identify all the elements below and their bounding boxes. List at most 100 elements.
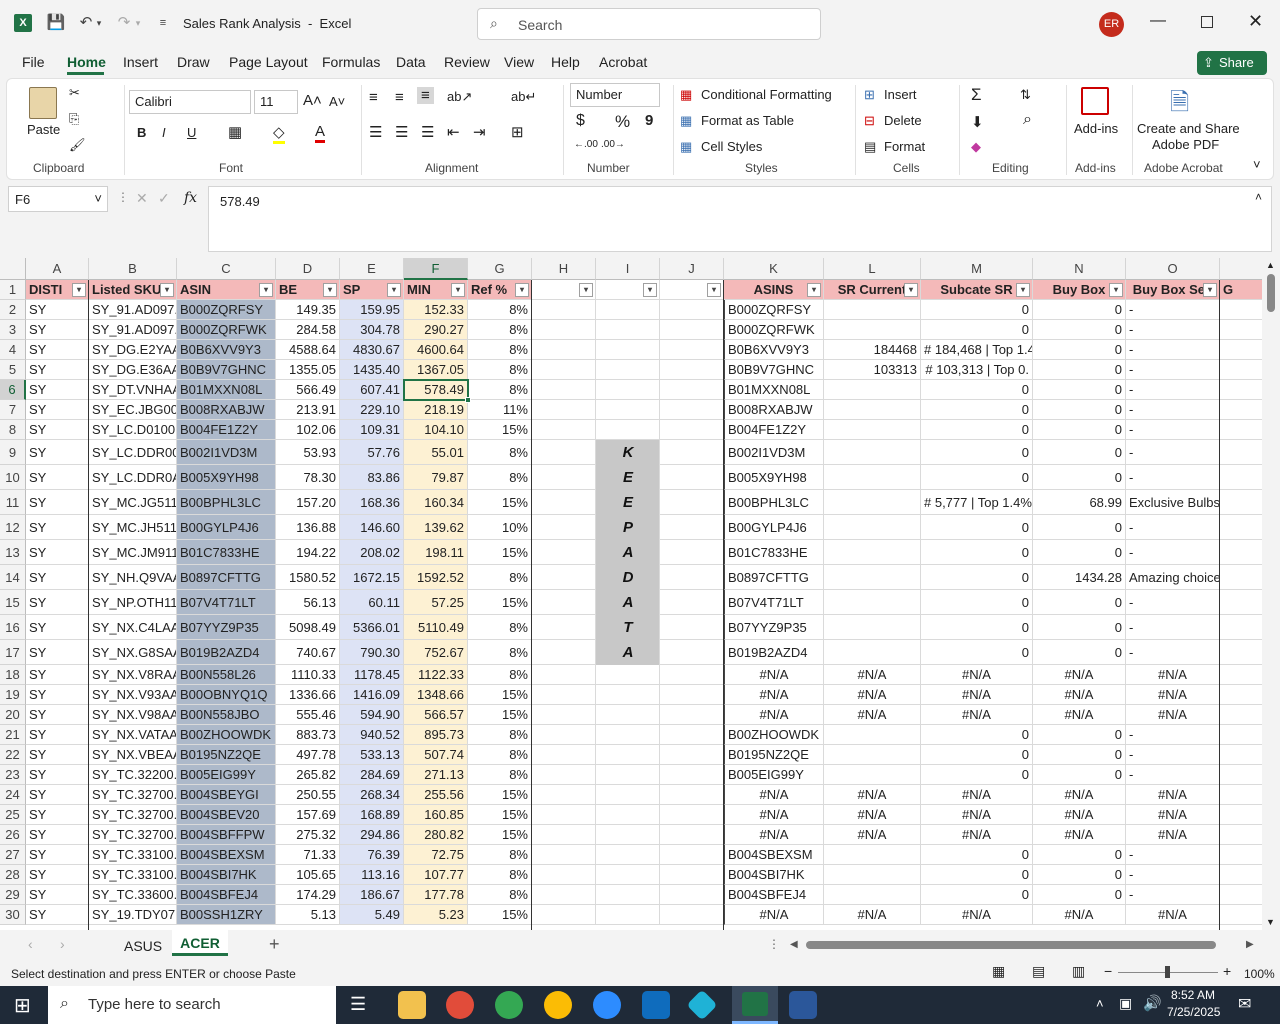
- cell-b6[interactable]: SY_DT.VNHAA: [89, 380, 177, 400]
- cell-m20[interactable]: #N/A: [921, 705, 1033, 725]
- normal-view-icon[interactable]: ▦: [992, 963, 1005, 980]
- cell-h13[interactable]: [532, 540, 596, 565]
- filter-dropdown-icon[interactable]: ▾: [515, 283, 529, 297]
- tab-formulas[interactable]: Formulas: [322, 54, 380, 70]
- cell-o25[interactable]: #N/A: [1126, 805, 1220, 825]
- cell-m29[interactable]: 0: [921, 885, 1033, 905]
- borders-icon[interactable]: ▦: [228, 123, 242, 141]
- filter-dropdown-icon[interactable]: ▾: [643, 283, 657, 297]
- cell-p5[interactable]: [1220, 360, 1262, 380]
- cell-b4[interactable]: SY_DG.E2YAA.: [89, 340, 177, 360]
- cell-j22[interactable]: [660, 745, 724, 765]
- filter-dropdown-icon[interactable]: ▾: [451, 283, 465, 297]
- cell-d12[interactable]: 136.88: [276, 515, 340, 540]
- cell-o10[interactable]: -: [1126, 465, 1220, 490]
- cell-k25[interactable]: #N/A: [724, 805, 824, 825]
- cell-m4[interactable]: # 184,468 | Top 1.4: [921, 340, 1033, 360]
- cell-p15[interactable]: [1220, 590, 1262, 615]
- cell-d6[interactable]: 566.49: [276, 380, 340, 400]
- windows-start-icon[interactable]: ⊞: [14, 993, 31, 1018]
- cell-d20[interactable]: 555.46: [276, 705, 340, 725]
- cell-f3[interactable]: 290.27: [404, 320, 468, 340]
- cell-f15[interactable]: 57.25: [404, 590, 468, 615]
- cell-d10[interactable]: 78.30: [276, 465, 340, 490]
- tab-draw[interactable]: Draw: [177, 54, 210, 70]
- cell-l5[interactable]: 103313: [824, 360, 921, 380]
- filter-dropdown-icon[interactable]: ▾: [807, 283, 821, 297]
- cell-c29[interactable]: B004SBFEJ4: [177, 885, 276, 905]
- cell-n18[interactable]: #N/A: [1033, 665, 1126, 685]
- cell-j4[interactable]: [660, 340, 724, 360]
- cell-f8[interactable]: 104.10: [404, 420, 468, 440]
- cell-g16[interactable]: 8%: [468, 615, 532, 640]
- cell-a11[interactable]: SY: [26, 490, 89, 515]
- cell-g22[interactable]: 8%: [468, 745, 532, 765]
- cell-c18[interactable]: B00N558L26: [177, 665, 276, 685]
- conditional-formatting-button[interactable]: Conditional Formatting: [701, 87, 832, 102]
- cell-k3[interactable]: B000ZQRFWK: [724, 320, 824, 340]
- cell-c19[interactable]: B00OBNYQ1Q: [177, 685, 276, 705]
- cell-l17[interactable]: [824, 640, 921, 665]
- tab-insert[interactable]: Insert: [123, 54, 158, 70]
- cell-g20[interactable]: 15%: [468, 705, 532, 725]
- cell-p30[interactable]: [1220, 905, 1262, 925]
- header-cell-l[interactable]: SR Current ▾: [824, 280, 921, 300]
- cell-m3[interactable]: 0: [921, 320, 1033, 340]
- cell-h22[interactable]: [532, 745, 596, 765]
- cell-o3[interactable]: -: [1126, 320, 1220, 340]
- row-header-11[interactable]: 11: [0, 490, 26, 515]
- cell-d14[interactable]: 1580.52: [276, 565, 340, 590]
- cell-d5[interactable]: 1355.05: [276, 360, 340, 380]
- cell-j6[interactable]: [660, 380, 724, 400]
- cell-b30[interactable]: SY_19.TDY07.0: [89, 905, 177, 925]
- font-color-icon[interactable]: A: [315, 123, 326, 143]
- cell-g7[interactable]: 11%: [468, 400, 532, 420]
- cell-p17[interactable]: [1220, 640, 1262, 665]
- cell-f19[interactable]: 1348.66: [404, 685, 468, 705]
- row-header-21[interactable]: 21: [0, 725, 26, 745]
- cell-f12[interactable]: 139.62: [404, 515, 468, 540]
- header-cell-j[interactable]: ▾: [660, 280, 724, 300]
- cell-j20[interactable]: [660, 705, 724, 725]
- zoom-level[interactable]: 100%: [1244, 967, 1275, 981]
- cell-d18[interactable]: 1110.33: [276, 665, 340, 685]
- cell-styles-button[interactable]: Cell Styles: [701, 139, 762, 154]
- cell-m6[interactable]: 0: [921, 380, 1033, 400]
- format-as-table-button[interactable]: Format as Table: [701, 113, 794, 128]
- cell-c24[interactable]: B004SBEYGI: [177, 785, 276, 805]
- cell-i25[interactable]: [596, 805, 660, 825]
- cell-k10[interactable]: B005X9YH98: [724, 465, 824, 490]
- add-sheet-icon[interactable]: +: [269, 934, 280, 955]
- header-cell-a[interactable]: DISTI ▾: [26, 280, 89, 300]
- cell-a5[interactable]: SY: [26, 360, 89, 380]
- cell-n12[interactable]: 0: [1033, 515, 1126, 540]
- chrome-profile-icon[interactable]: [495, 991, 523, 1019]
- cell-c9[interactable]: B002I1VD3M: [177, 440, 276, 465]
- cell-e28[interactable]: 113.16: [340, 865, 404, 885]
- cell-m16[interactable]: 0: [921, 615, 1033, 640]
- filter-dropdown-icon[interactable]: ▾: [904, 283, 918, 297]
- cell-e29[interactable]: 186.67: [340, 885, 404, 905]
- cell-p24[interactable]: [1220, 785, 1262, 805]
- cell-c11[interactable]: B00BPHL3LC: [177, 490, 276, 515]
- cell-j21[interactable]: [660, 725, 724, 745]
- header-cell-n[interactable]: Buy Box ▾: [1033, 280, 1126, 300]
- cell-c10[interactable]: B005X9YH98: [177, 465, 276, 490]
- cell-d4[interactable]: 4588.64: [276, 340, 340, 360]
- bold-button[interactable]: B: [137, 125, 146, 140]
- cell-d16[interactable]: 5098.49: [276, 615, 340, 640]
- cell-c13[interactable]: B01C7833HE: [177, 540, 276, 565]
- cell-o20[interactable]: #N/A: [1126, 705, 1220, 725]
- cell-i23[interactable]: [596, 765, 660, 785]
- cell-k22[interactable]: B0195NZ2QE: [724, 745, 824, 765]
- cell-a22[interactable]: SY: [26, 745, 89, 765]
- cell-e26[interactable]: 294.86: [340, 825, 404, 845]
- page-layout-view-icon[interactable]: ▤: [1032, 963, 1045, 980]
- cell-f13[interactable]: 198.11: [404, 540, 468, 565]
- cell-e2[interactable]: 159.95: [340, 300, 404, 320]
- cell-n27[interactable]: 0: [1033, 845, 1126, 865]
- cell-e9[interactable]: 57.76: [340, 440, 404, 465]
- cell-j27[interactable]: [660, 845, 724, 865]
- column-header-g[interactable]: G: [468, 258, 532, 280]
- cell-g2[interactable]: 8%: [468, 300, 532, 320]
